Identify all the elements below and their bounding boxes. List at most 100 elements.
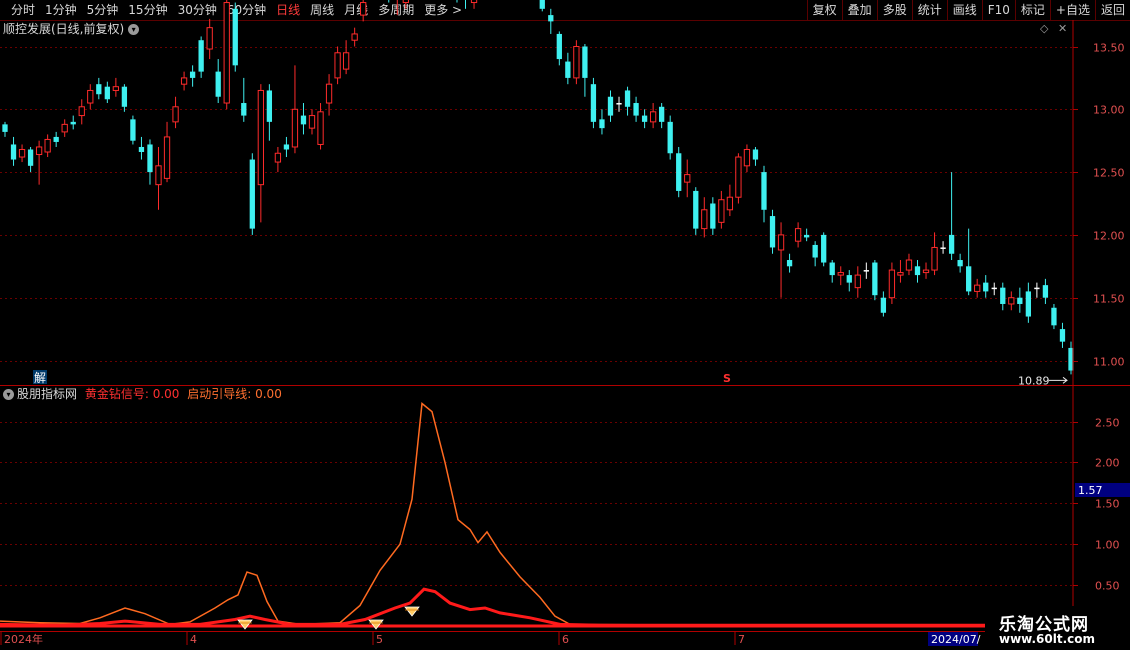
candle-body (308, 115, 316, 129)
candle-body (402, 0, 409, 4)
candlestick (897, 260, 904, 283)
s-marker: S (723, 372, 731, 385)
candlestick (172, 96, 179, 129)
candle-body (180, 77, 188, 85)
indicator-tick-label: 2.00 (1095, 457, 1120, 470)
indicator-name: 股朋指标网 (17, 387, 78, 401)
candlestick (342, 40, 350, 75)
candlestick (676, 146, 682, 198)
chevron-down-icon[interactable]: ▾ (128, 24, 140, 35)
candle-body (829, 262, 835, 276)
candle-body (325, 83, 333, 104)
stock-name-label: 顺控发展(日线,前复权) (3, 22, 125, 36)
candlestick (872, 260, 878, 301)
candlestick (44, 134, 51, 158)
candle-body (718, 199, 725, 223)
diamond-icon[interactable]: ◇ (1040, 22, 1048, 35)
price-tick-label: 13.50 (1093, 42, 1125, 55)
price-tick-label: 11.00 (1093, 356, 1125, 369)
candle-body (743, 148, 751, 167)
candlestick (96, 77, 102, 100)
watermark: 乐淘公式网 www.60lt.com (985, 606, 1130, 650)
candlestick (249, 153, 255, 235)
candle-body (880, 297, 887, 313)
candle-body (291, 108, 299, 148)
candle-body (1008, 297, 1015, 305)
candle-body (624, 90, 631, 107)
chevron-down-icon[interactable]: ▾ (3, 389, 14, 400)
candlestick (752, 146, 759, 166)
candlestick (266, 84, 273, 141)
candle-body (1017, 297, 1023, 304)
candlestick (465, 0, 467, 9)
candlestick (215, 59, 221, 104)
candle-body (1034, 287, 1040, 290)
candle-body (710, 203, 716, 229)
indicator-panel-title: ▾ 股朋指标网 黄金钻信号: 0.00 启动引导线: 0.00 (3, 386, 282, 402)
candle-body (189, 71, 196, 78)
candle-body (794, 228, 802, 242)
jie-marker: 解 (34, 371, 46, 385)
candle-body (257, 89, 264, 186)
candle-body (274, 152, 282, 163)
candlestick (112, 77, 120, 97)
candlestick (548, 8, 554, 34)
candlestick (539, 0, 545, 12)
candle-body (61, 123, 68, 133)
candle-body (667, 121, 673, 154)
candlestick (1042, 278, 1049, 304)
candle-body (78, 106, 85, 117)
candle-body (104, 86, 110, 100)
candle-body (1042, 285, 1049, 298)
candlestick (940, 241, 946, 254)
candle-body (616, 103, 622, 105)
stock-chart[interactable]: 16.0015.5015.0014.5014.0013.5013.0012.50… (0, 0, 1130, 650)
candlestick (659, 103, 665, 129)
candle-body (539, 0, 545, 9)
candle-body (112, 86, 120, 91)
candle-body (96, 84, 102, 95)
candlestick (565, 52, 571, 85)
candlestick (198, 36, 204, 78)
candlestick (317, 103, 324, 150)
candlestick (812, 241, 818, 267)
candle-body (812, 244, 818, 258)
candlestick (274, 146, 282, 173)
candle-body (334, 52, 341, 79)
price-tick-label: 12.50 (1093, 167, 1125, 180)
candle-body (2, 124, 8, 132)
candlestick (206, 18, 213, 60)
candle-body (232, 8, 238, 66)
candlestick (991, 282, 997, 296)
candle-body (1025, 291, 1032, 317)
candle-body (803, 234, 810, 238)
time-axis-label: 7 (738, 633, 745, 646)
candlestick (821, 232, 827, 267)
candle-body (548, 15, 554, 22)
candlestick (769, 209, 776, 254)
diamond-signal-icon (404, 606, 420, 617)
candle-body (87, 89, 94, 104)
candlestick (470, 0, 478, 9)
close-icon[interactable]: ✕ (1058, 22, 1067, 35)
candle-body (684, 174, 691, 183)
candle-body (888, 269, 896, 299)
candle-body (735, 156, 742, 198)
candle-body (206, 27, 213, 50)
candle-body (35, 146, 43, 156)
candlestick (914, 260, 921, 283)
candle-body (351, 33, 358, 41)
candlestick (402, 0, 409, 9)
candle-body (914, 266, 921, 276)
candle-body (53, 136, 59, 142)
candlestick (957, 253, 963, 273)
candlestick (189, 65, 196, 87)
watermark-url: www.60lt.com (999, 632, 1096, 646)
candlestick (138, 136, 145, 160)
candle-body (974, 284, 981, 292)
candlestick (803, 228, 810, 242)
candlestick (735, 153, 742, 204)
candle-body (147, 144, 153, 173)
candlestick (334, 46, 341, 85)
candle-body (573, 46, 580, 79)
